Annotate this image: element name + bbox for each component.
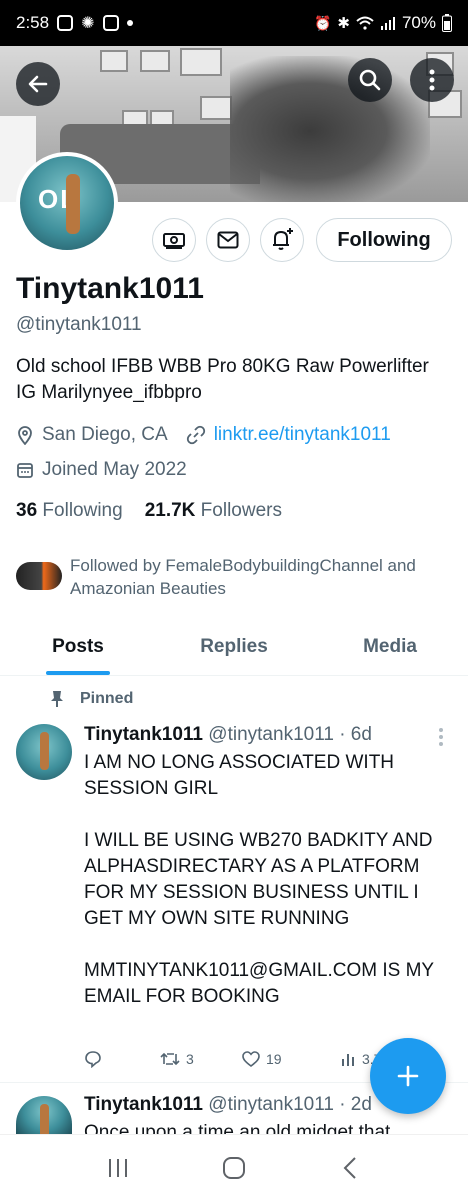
search-icon: [359, 69, 381, 91]
recents-button[interactable]: [98, 1148, 138, 1188]
arrow-left-icon: [28, 75, 48, 93]
heart-icon: [242, 1051, 260, 1067]
followers-count-link[interactable]: 21.7K Followers: [145, 500, 282, 522]
calendar-icon: [17, 463, 33, 478]
location-pin-icon: [18, 426, 32, 445]
pin-icon: [51, 691, 63, 707]
notify-button[interactable]: [260, 218, 304, 262]
retweet-icon: [160, 1052, 180, 1066]
subscription-button[interactable]: [152, 218, 196, 262]
more-vertical-icon: [429, 69, 435, 91]
notification-dot: [126, 20, 133, 26]
profile-tabs: Posts Replies Media: [0, 618, 468, 676]
following-count: 36: [16, 500, 38, 521]
profile-handle: @tinytank1011: [16, 314, 142, 335]
followed-by-text: Followed by FemaleBodybuildingChannel an…: [70, 556, 416, 598]
retweet-button[interactable]: 3: [160, 1051, 242, 1067]
tweet-paragraph: MMTINYTANK1011@GMAIL.COM IS MY EMAIL FOR…: [84, 960, 434, 1007]
followed-by-row[interactable]: Followed by FemaleBodybuildingChannel an…: [16, 554, 450, 600]
plus-icon: [397, 1065, 419, 1087]
wifi-icon: [356, 16, 374, 30]
tab-replies[interactable]: Replies: [156, 618, 312, 675]
active-tab-indicator: [46, 671, 110, 675]
compose-button[interactable]: [370, 1038, 446, 1114]
tweet-header: Tinytank1011 @tinytank1011 · 2d: [84, 1094, 372, 1116]
pinned-label: Pinned: [80, 690, 134, 707]
reply-icon: [85, 1051, 101, 1068]
recents-icon: [109, 1158, 127, 1177]
followed-by-avatar: [16, 562, 62, 590]
banner-photo: [230, 56, 430, 202]
bell-plus-icon: [273, 228, 293, 250]
tweet-author-meta: @tinytank1011 · 6d: [208, 724, 372, 745]
tab-posts-label: Posts: [52, 635, 104, 657]
tweet-paragraph: I AM NO LONG ASSOCIATED WITH SESSION GIR…: [84, 752, 395, 799]
following-label: Following: [42, 500, 123, 521]
status-time: 2:58: [16, 13, 50, 32]
profile-meta-location-row: San Diego, CA linktr.ee/tinytank1011: [16, 424, 391, 446]
search-button[interactable]: [348, 58, 392, 102]
follow-counts: 36 Following 21.7K Followers: [16, 500, 282, 522]
profile-meta-joined-row: Joined May 2022: [16, 459, 187, 481]
alarm-icon: ⏰: [313, 14, 332, 31]
money-icon: [163, 233, 185, 249]
like-count: 19: [266, 1051, 282, 1067]
tweet-paragraph: I WILL BE USING WB270 BADKITY AND ALPHAS…: [84, 830, 433, 929]
profile-website-link[interactable]: linktr.ee/tinytank1011: [214, 424, 391, 446]
tweet-body: I AM NO LONG ASSOCIATED WITH SESSION GIR…: [84, 750, 456, 1010]
profile-location: San Diego, CA: [42, 424, 168, 445]
followers-count: 21.7K: [144, 500, 196, 521]
following-count-link[interactable]: 36 Following: [16, 500, 123, 522]
weather-icon: ✺: [81, 15, 95, 32]
pinned-indicator: Pinned: [50, 690, 133, 708]
tweet-author-name[interactable]: Tinytank1011: [84, 1094, 203, 1115]
like-button[interactable]: 19: [242, 1051, 340, 1067]
tweet-avatar[interactable]: [16, 1096, 72, 1134]
tab-media-label: Media: [363, 635, 417, 657]
battery-level: 70%: [401, 13, 436, 32]
following-button[interactable]: Following: [316, 218, 452, 262]
retweet-count: 3: [186, 1051, 194, 1067]
tab-media[interactable]: Media: [312, 618, 468, 675]
link-icon: [186, 425, 205, 445]
views-chart-icon: [342, 1054, 354, 1066]
profile-bio: Old school IFBB WBB Pro 80KG Raw Powerli…: [16, 356, 429, 403]
tweet-author-name[interactable]: Tinytank1011: [84, 724, 203, 745]
home-circle-icon: [223, 1156, 245, 1179]
status-bar: 2:58 ✺ ⏰ ✱ 70%: [0, 0, 468, 46]
tab-posts[interactable]: Posts: [0, 618, 156, 675]
instagram-icon: [57, 15, 74, 31]
system-nav-bar: [0, 1134, 468, 1200]
profile-joined-date: Joined May 2022: [42, 459, 187, 480]
signal-icon: [380, 17, 395, 30]
tweet-more-button[interactable]: [436, 728, 446, 746]
profile-avatar[interactable]: OL: [16, 152, 118, 254]
home-button[interactable]: [214, 1148, 254, 1188]
tweet-header: Tinytank1011 @tinytank1011 · 6d: [84, 724, 372, 746]
tweet-text: Once upon a time an old midget that: [84, 1122, 391, 1134]
tweet-author-meta: @tinytank1011 · 2d: [208, 1094, 372, 1115]
mail-icon: [217, 231, 239, 249]
tab-replies-label: Replies: [200, 635, 268, 657]
reply-button[interactable]: [84, 1050, 160, 1068]
message-button[interactable]: [206, 218, 250, 262]
followers-label: Followers: [200, 500, 282, 521]
bluetooth-icon: ✱: [337, 15, 350, 32]
back-chevron-icon: [343, 1156, 356, 1179]
more-button[interactable]: [410, 58, 454, 102]
gallery-icon: [102, 15, 119, 31]
back-button[interactable]: [16, 62, 60, 106]
profile-display-name: Tinytank1011: [16, 272, 204, 305]
battery-icon: [442, 14, 452, 32]
system-back-button[interactable]: [330, 1148, 370, 1188]
tweet-avatar[interactable]: [16, 724, 72, 780]
